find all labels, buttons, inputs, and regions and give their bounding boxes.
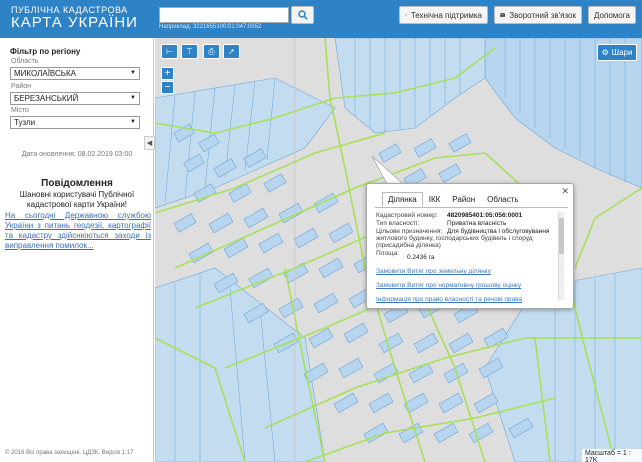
popup-scrollbar[interactable] [558,212,564,300]
site-title-big: КАРТА УКРАЇНИ [11,14,138,31]
header-bar: ПУБЛІЧНА КАДАСТРОВА КАРТА УКРАЇНИ Наприк… [0,0,642,38]
tab-oblast[interactable]: Область [481,192,524,207]
cad-number-label: Кадастровий номер: [376,212,438,219]
oblast-label: Область [11,58,39,65]
popup-tabs: Ділянка ІКК Район Область [382,192,525,207]
order-valuation-link[interactable]: Замовити Витяг про нормативну грошову оц… [376,282,521,289]
update-date: Дата оновлення: 08.02.2019 03:00 [21,151,133,158]
sidebar: Фільтр по регіону Область МИКОЛАЇВСЬКА ▼… [0,38,155,462]
notice-title: Повідомлення [41,178,113,189]
oblast-value: МИКОЛАЇВСЬКА [14,69,77,78]
map-canvas[interactable]: ⊢ ⊤ ⎙ ➚ + − ⚙ Шари Масштаб = 1 : 17K ✕ Д… [155,38,642,462]
ownership-info-link[interactable]: Інформація про право власності та речові… [376,296,522,303]
print-icon: ⎙ [208,46,215,56]
misto-label: Місто [11,107,29,114]
notice-link[interactable]: На сьогодні Державною службою України з … [5,211,151,251]
copyright: © 2016 Всі права захищені. ЦДЗК. Версія … [5,450,134,456]
ruler-icon: ⊢ [166,47,173,56]
area-measure-icon: ⊤ [186,47,193,56]
measure-area-tool[interactable]: ⊤ [181,44,198,59]
feedback-button[interactable]: Зворотний зв'язок [494,6,582,24]
scrollbar-thumb[interactable] [559,218,564,254]
search-hint: Наприклад: 3221655100:01:047:0052 [159,24,262,30]
tab-raion[interactable]: Район [446,192,481,207]
minus-icon: − [164,82,171,93]
ownership-type-value: Приватна власність [447,220,507,227]
help-button-label: Допомога [594,10,630,20]
parcel-info-popup: ✕ Ділянка ІКК Район Область Кадастровий … [366,183,574,309]
tab-parcel[interactable]: Ділянка [382,192,423,207]
purpose-value: Для будівництва і обслуговування [447,228,550,235]
cad-number-value: 4820985401:05:056:0001 [447,212,523,219]
raion-select[interactable]: БЕРЕЗАНСЬКИЙ ▼ [10,92,140,105]
area-value: 0.2436 га [407,254,435,261]
cursor-icon: ➚ [228,47,235,56]
tools-icon [405,14,407,16]
chevron-left-icon: ◀ [146,140,153,147]
support-button[interactable]: Технічна підтримка [399,6,488,24]
filter-title: Фільтр по регіону [10,47,81,56]
gear-icon: ⚙ [601,48,609,57]
purpose-label: Цільове призначення: [376,228,443,235]
ownership-type-label: Тип власності: [376,220,420,227]
search-icon [297,10,308,20]
tab-ikk[interactable]: ІКК [423,192,447,207]
dropdown-arrow-icon: ▼ [130,119,136,125]
dropdown-arrow-icon: ▼ [130,95,136,101]
purpose-value-cont: житлового будинку, господарських будівел… [376,235,533,242]
purpose-value-cont2: (присадибна ділянка) [376,242,441,249]
collapse-sidebar-button[interactable]: ◀ [144,136,155,150]
layers-button[interactable]: ⚙ Шари [597,44,637,61]
notice-greeting: Шановні користувачі Публічної кадастрово… [19,190,135,209]
measure-distance-tool[interactable]: ⊢ [161,44,178,59]
site-logo[interactable]: ПУБЛІЧНА КАДАСТРОВА КАРТА УКРАЇНИ [11,5,138,31]
tabs-divider [375,207,568,208]
misto-value: Тузли [14,118,36,127]
close-icon[interactable]: ✕ [561,186,569,197]
raion-label: Район [11,83,31,90]
misto-select[interactable]: Тузли ▼ [10,116,140,129]
zoom-out-button[interactable]: − [161,81,174,94]
area-label: Площа: [376,250,399,257]
zoom-in-button[interactable]: + [161,67,174,80]
help-button[interactable]: Допомога [588,6,636,24]
pick-tool[interactable]: ➚ [223,44,240,59]
oblast-select[interactable]: МИКОЛАЇВСЬКА ▼ [10,67,140,80]
search-input[interactable] [159,7,289,23]
order-extract-link[interactable]: Замовити Витяг про земельну ділянку [376,268,491,275]
envelope-icon [500,12,506,17]
raion-value: БЕРЕЗАНСЬКИЙ [14,94,79,103]
dropdown-arrow-icon: ▼ [130,70,136,76]
plus-icon: + [164,68,171,79]
feedback-button-label: Зворотний зв'язок [509,10,576,20]
search-button[interactable] [291,6,314,24]
print-tool[interactable]: ⎙ [203,44,220,59]
layers-label: Шари [611,48,633,57]
support-button-label: Технічна підтримка [410,10,482,20]
scale-indicator: Масштаб = 1 : 17K [582,449,642,462]
